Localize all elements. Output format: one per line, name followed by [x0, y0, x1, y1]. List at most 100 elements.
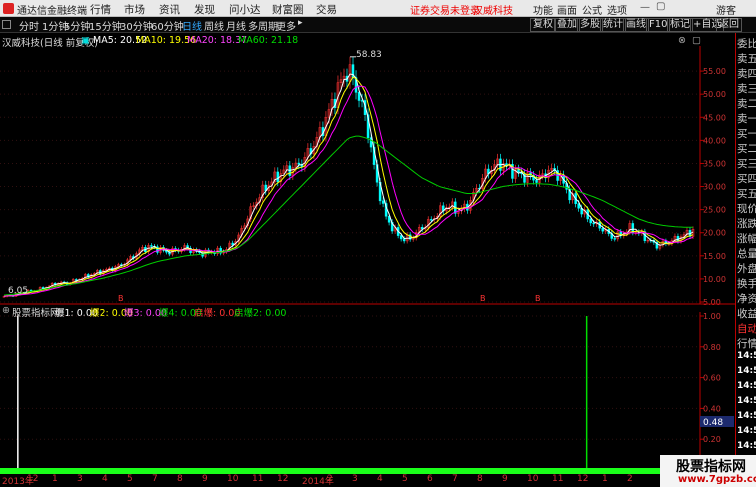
side-panel-item: 买三 [737, 158, 756, 170]
watermark-url: www.7gpzb.com [678, 474, 756, 485]
side-panel-item: 14:50 [737, 351, 756, 361]
side-panel-item: 卖二 [737, 98, 756, 110]
date-axis-label: 8 [477, 474, 483, 484]
menu-bar: 通达信金融终端 行情 市场 资讯 发现 问小达 财富圈 交易 证券交易未登录 汉… [0, 0, 756, 17]
price-chart[interactable]: 55.00 50.00 45.00 40.00 35.00 30.00 25.00 20.00… [0, 46, 735, 312]
indicator-tick-label: 0.60 [703, 374, 721, 383]
period-more[interactable]: 更多 [276, 18, 296, 33]
menu-item-faxian[interactable]: 发现 [194, 2, 215, 17]
side-panel-item: 14:50 [737, 366, 756, 376]
candle-body [297, 162, 301, 165]
date-axis-label: 10 [227, 474, 239, 484]
minimize-icon[interactable]: — [640, 2, 650, 13]
candle-body [592, 222, 595, 225]
candle-body [399, 235, 403, 240]
period-5min[interactable]: 5分钟 [64, 18, 90, 33]
date-axis-label: 5 [127, 474, 133, 484]
price-tick-label: 30.00 [703, 183, 726, 192]
menu-item-zixun[interactable]: 资讯 [159, 2, 180, 17]
back-button[interactable]: 返回 [716, 18, 742, 32]
date-axis-label: 7 [152, 474, 158, 484]
menu-item-shichang[interactable]: 市场 [124, 2, 145, 17]
date-axis-label: 3 [77, 474, 83, 484]
menu-item-xuanxiang[interactable]: 选项 [607, 2, 627, 17]
period-60min[interactable]: 60分钟 [151, 18, 184, 33]
collapse-icon[interactable]: ⊗ [678, 35, 686, 46]
price-tick-label: 25.00 [703, 206, 726, 215]
low-price-label: 6.05 [8, 286, 28, 296]
panel-toggle-icon[interactable] [2, 20, 11, 29]
side-panel-item: 行情 [737, 338, 756, 350]
period-daily[interactable]: 日线 [182, 18, 202, 33]
menu-item-caifuquan[interactable]: 财富圈 [272, 2, 304, 17]
side-panel-item: 买二 [737, 143, 756, 155]
date-axis-label: 12 [577, 474, 589, 484]
date-axis-label: 5 [402, 474, 408, 484]
price-tick-label: 55.00 [703, 67, 726, 76]
side-panel-item: 净资 [737, 293, 756, 305]
buy-signal-marker: B [535, 294, 541, 303]
menu-item-gongshi[interactable]: 公式 [582, 2, 602, 17]
side-panel-item: 买五 [737, 188, 756, 200]
ma5-line [3, 73, 694, 297]
chevron-right-icon[interactable]: ▸ [298, 18, 303, 28]
side-panel-item: 委比 [737, 38, 756, 50]
expand-icon[interactable]: ▢ [692, 35, 701, 46]
candle-body [589, 218, 592, 224]
ma60-legend: MA60: 21.18 [238, 35, 299, 46]
watermark: 股票指标网 www.7gpzb.com [660, 455, 756, 487]
candle-body [381, 200, 385, 204]
side-panel-item: 卖一 [737, 113, 756, 125]
indicator-chart[interactable]: 1.00 0.80 0.60 0.40 0.20 0.48 [0, 312, 735, 472]
price-tick-label: 40.00 [703, 136, 726, 145]
date-axis-label: 1 [602, 474, 608, 484]
price-tick-label: 20.00 [703, 229, 726, 238]
date-axis-label: 9 [502, 474, 508, 484]
side-panel-item: 14:50 [737, 441, 756, 451]
indicator-tick-label: 1.00 [703, 312, 721, 321]
menu-item-gongneng[interactable]: 功能 [533, 2, 553, 17]
candle-body [517, 169, 520, 173]
side-panel-item: 卖三 [737, 83, 756, 95]
side-panel-item: 14:50 [737, 411, 756, 421]
date-axis: 2013年 12 1 3 4 5 7 8 9 10 11 12 2014年 2 3 4 5 6 7 8 9 10 11 12 1… [0, 474, 660, 487]
date-axis-label: 7 [452, 474, 458, 484]
period-multi[interactable]: 多周期 [248, 18, 278, 33]
period-weekly[interactable]: 周线 [204, 18, 224, 33]
price-tick-label: 35.00 [703, 159, 726, 168]
candle-body [535, 179, 538, 183]
current-stock-name: 汉威科技 [473, 6, 513, 17]
buy-signal-marker: B [480, 294, 486, 303]
period-monthly[interactable]: 月线 [226, 18, 246, 33]
menu-item-huamian[interactable]: 画面 [557, 2, 577, 17]
date-axis-label: 2 [627, 474, 633, 484]
cursor-value: 0.48 [703, 418, 723, 428]
date-axis-label: 9 [202, 474, 208, 484]
period-15min[interactable]: 15分钟 [89, 18, 122, 33]
app-logo-icon [3, 3, 14, 14]
period-30min[interactable]: 30分钟 [120, 18, 153, 33]
side-panel-item: 买一 [737, 128, 756, 140]
period-fenshi[interactable]: 分时 [19, 18, 39, 33]
side-panel-item: 总量 [737, 248, 756, 260]
candle-body [613, 238, 617, 240]
menu-item-hangqing[interactable]: 行情 [90, 2, 111, 17]
high-price-label: 58.83 [356, 50, 382, 60]
date-axis-label: 11 [552, 474, 564, 484]
side-panel-item: 14:50 [737, 426, 756, 436]
date-axis-label: 6 [427, 474, 433, 484]
side-panel-item: 涨跌 [737, 218, 756, 230]
guest-label[interactable]: 游客 [716, 2, 736, 17]
side-panel-item: 涨幅 [737, 233, 756, 245]
menu-item-jiaoyi[interactable]: 交易 [316, 2, 337, 17]
side-panel-item: 14:50 [737, 381, 756, 391]
indicator-tick-label: 0.40 [703, 404, 721, 413]
period-toolbar: 分时 1分钟 5分钟 15分钟 30分钟 60分钟 日线 周线 月线 多周期 更… [0, 17, 756, 33]
menu-item-wenxiaoda[interactable]: 问小达 [229, 2, 261, 17]
restore-icon[interactable]: ▢ [656, 1, 665, 12]
fuquan-button[interactable]: 复权 [530, 18, 556, 32]
date-axis-label: 11 [252, 474, 264, 484]
side-panel-item: 自动 [737, 323, 756, 335]
watermark-title: 股票指标网 [676, 459, 746, 475]
trade-login-alert[interactable]: 证券交易未登录 [410, 2, 480, 17]
